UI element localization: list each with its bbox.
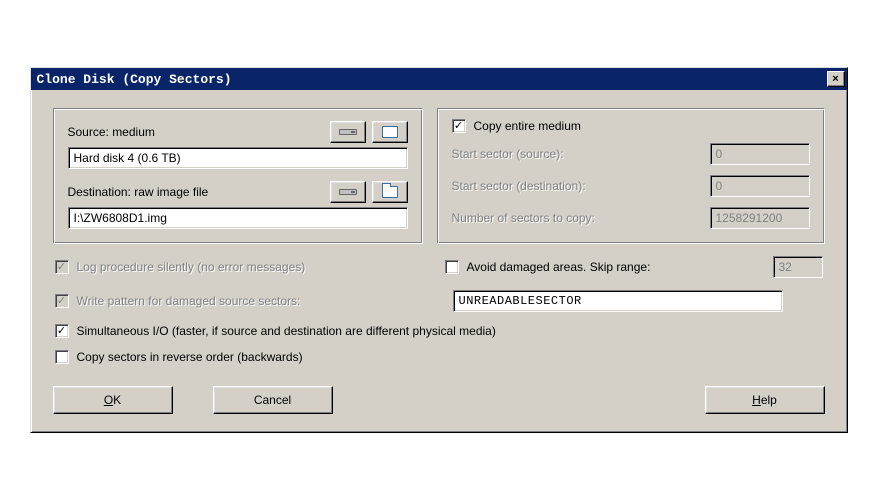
source-field[interactable]: Hard disk 4 (0.6 TB)	[68, 147, 408, 169]
destination-disk-button[interactable]	[330, 181, 366, 203]
source-disk-button[interactable]	[330, 121, 366, 143]
reverse-label: Copy sectors in reverse order (backwards…	[77, 350, 303, 364]
titlebar: Clone Disk (Copy Sectors) ×	[31, 68, 847, 90]
write-pattern-check: ✓ Write pattern for damaged source secto…	[55, 294, 445, 308]
options-area: ✓ Log procedure silently (no error messa…	[53, 256, 825, 364]
help-button[interactable]: Help	[705, 386, 825, 414]
log-silent-label: Log procedure silently (no error message…	[77, 260, 306, 274]
check-icon: ✓	[57, 326, 66, 337]
ok-button[interactable]: OK	[53, 386, 173, 414]
log-silent-check: ✓ Log procedure silently (no error messa…	[55, 260, 445, 274]
simul-io-check[interactable]: ✓ Simultaneous I/O (faster, if source an…	[55, 324, 496, 338]
avoid-damaged-check[interactable]: Avoid damaged areas. Skip range:	[445, 260, 651, 274]
destination-field[interactable]: I:\ZW6808D1.img	[68, 207, 408, 229]
simul-io-label: Simultaneous I/O (faster, if source and …	[77, 324, 496, 338]
source-label: Source: medium	[68, 125, 155, 139]
start-dest-field: 0	[710, 175, 810, 197]
start-source-field: 0	[710, 143, 810, 165]
button-row: OK Cancel Help	[53, 386, 825, 414]
start-dest-label: Start sector (destination):	[452, 179, 710, 193]
copy-entire-label: Copy entire medium	[474, 119, 581, 133]
sector-range-group: ✓ Copy entire medium Start sector (sourc…	[437, 108, 825, 244]
destination-browse-button[interactable]	[372, 181, 408, 203]
check-icon: ✓	[57, 262, 66, 273]
window-title: Clone Disk (Copy Sectors)	[37, 72, 232, 87]
num-sectors-label: Number of sectors to copy:	[452, 211, 710, 225]
close-icon: ×	[832, 73, 838, 85]
avoid-damaged-label: Avoid damaged areas. Skip range:	[467, 260, 651, 274]
cancel-button[interactable]: Cancel	[213, 386, 333, 414]
folder-icon	[382, 126, 398, 138]
check-icon: ✓	[454, 121, 463, 132]
source-dest-group: Source: medium Hard disk 4 (0.6 TB) Dest…	[53, 108, 423, 244]
destination-label: Destination: raw image file	[68, 185, 209, 199]
check-icon: ✓	[57, 296, 66, 307]
copy-entire-check[interactable]: ✓ Copy entire medium	[452, 119, 810, 133]
disk-icon	[339, 189, 357, 195]
dialog-content: Source: medium Hard disk 4 (0.6 TB) Dest…	[31, 90, 847, 432]
reverse-check[interactable]: Copy sectors in reverse order (backwards…	[55, 350, 303, 364]
pattern-field[interactable]: UNREADABLESECTOR	[453, 290, 783, 312]
folder-open-icon	[382, 186, 398, 198]
start-source-label: Start sector (source):	[452, 147, 710, 161]
dialog-window: Clone Disk (Copy Sectors) × Source: medi…	[30, 67, 848, 433]
write-pattern-label: Write pattern for damaged source sectors…	[77, 294, 301, 308]
skip-range-field: 32	[773, 256, 823, 278]
close-button[interactable]: ×	[827, 71, 845, 87]
num-sectors-field: 1258291200	[710, 207, 810, 229]
disk-icon	[339, 129, 357, 135]
source-browse-button[interactable]	[372, 121, 408, 143]
